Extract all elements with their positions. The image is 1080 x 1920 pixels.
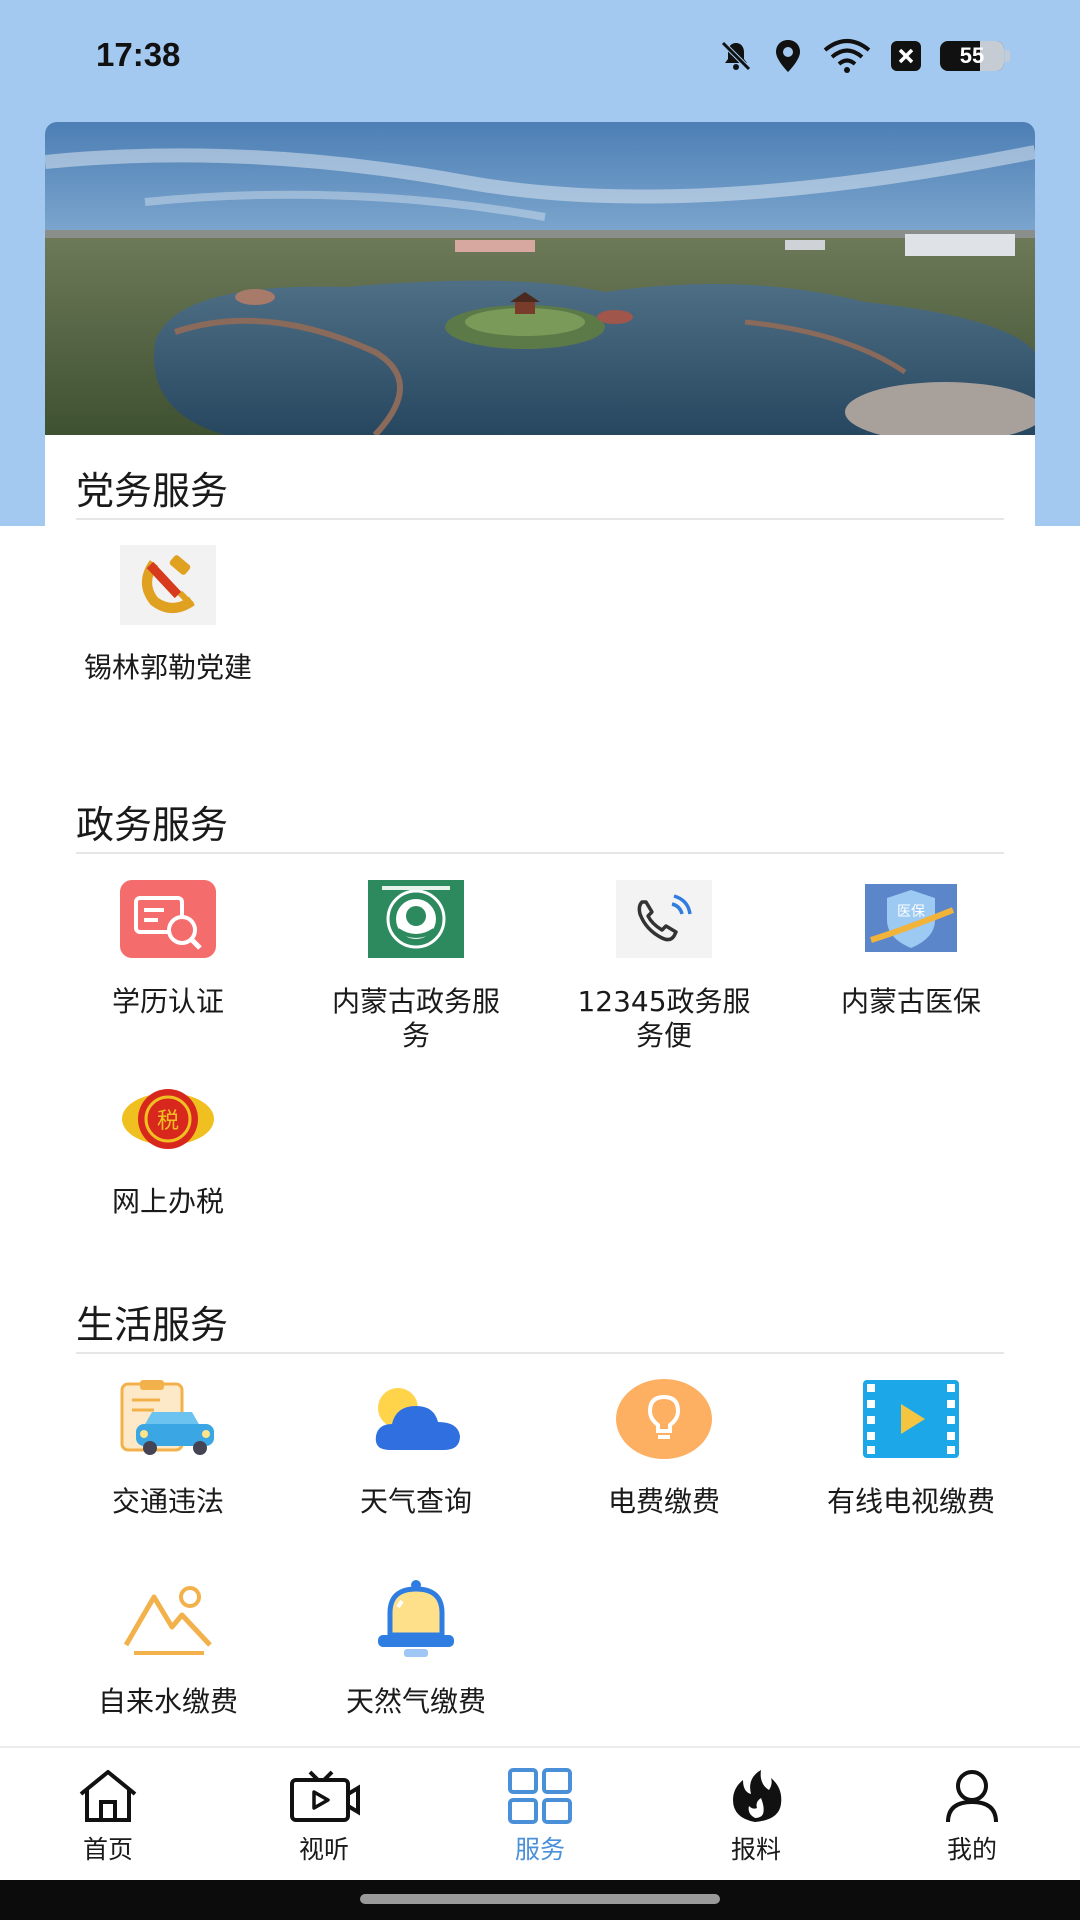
bottom-navigation: 首页 视听 服务 报料 我的 <box>0 1746 1080 1880</box>
car-ticket-icon <box>120 1380 214 1455</box>
bell-off-icon <box>721 41 751 71</box>
service-tile-gas[interactable]: 天然气缴费 <box>316 1579 516 1719</box>
status-icons: 55 <box>718 38 1010 74</box>
nav-label: 服务 <box>514 1835 565 1864</box>
svg-text:税: 税 <box>157 1109 179 1134</box>
party-emblem-icon <box>120 545 216 625</box>
service-label: 锡林郭勒党建 <box>83 651 252 684</box>
service-tile-online-tax[interactable]: 税 网上办税 <box>68 1079 268 1219</box>
section-divider <box>76 1352 1004 1354</box>
nav-label: 我的 <box>946 1835 997 1864</box>
service-tile-education-cert[interactable]: 学历认证 <box>68 879 268 1019</box>
nav-item-mine[interactable]: 我的 <box>864 1748 1080 1880</box>
service-tile-water[interactable]: 自来水缴费 <box>68 1579 268 1719</box>
nav-label: 首页 <box>82 1835 133 1864</box>
battery-icon: 55 <box>940 41 1010 71</box>
system-gesture-bar <box>0 1880 1080 1920</box>
location-icon <box>776 40 800 72</box>
service-tile-medical-insurance[interactable]: 医保 内蒙古医保 <box>811 879 1011 1019</box>
service-label: 交通违法 <box>111 1485 224 1518</box>
tax-emblem-icon: 税 <box>122 1089 214 1149</box>
service-label: 内蒙古政务服务 <box>331 985 500 1052</box>
service-tile-weather[interactable]: 天气查询 <box>316 1379 516 1519</box>
service-label: 内蒙古医保 <box>840 985 981 1018</box>
service-label: 天然气缴费 <box>345 1685 486 1718</box>
nav-item-video[interactable]: 视听 <box>216 1748 432 1880</box>
nav-label: 视听 <box>298 1835 349 1864</box>
tv-play-icon <box>290 1770 360 1822</box>
section-divider <box>76 518 1004 520</box>
section-divider <box>76 852 1004 854</box>
service-tile-traffic[interactable]: 交通违法 <box>68 1379 268 1519</box>
service-tile-12345[interactable]: 12345政务服务便 <box>564 879 764 1053</box>
grid-icon <box>508 1768 572 1824</box>
flame-icon <box>733 1770 782 1822</box>
service-label: 天气查询 <box>359 1485 472 1518</box>
x-box-icon <box>891 41 921 71</box>
gov-service-emblem-icon <box>368 880 464 958</box>
gas-bell-icon <box>378 1580 454 1657</box>
service-label: 电费缴费 <box>607 1485 720 1518</box>
nav-item-report[interactable]: 报料 <box>648 1748 864 1880</box>
lightbulb-icon <box>616 1379 712 1459</box>
service-label: 自来水缴费 <box>97 1685 238 1718</box>
service-label: 网上办税 <box>111 1185 224 1218</box>
service-label: 有线电视缴费 <box>826 1485 995 1518</box>
section-title-party: 党务服务 <box>76 469 229 513</box>
banner-image[interactable] <box>45 122 1035 435</box>
home-icon <box>79 1770 137 1822</box>
certificate-search-icon <box>120 880 216 958</box>
video-film-icon <box>863 1380 959 1458</box>
phone-call-icon <box>616 880 712 958</box>
service-tile-cable-tv[interactable]: 有线电视缴费 <box>811 1379 1011 1519</box>
service-tile-gov-service[interactable]: 内蒙古政务服务 <box>316 879 516 1053</box>
user-icon <box>946 1770 998 1823</box>
service-tile-electricity[interactable]: 电费缴费 <box>564 1379 764 1519</box>
medical-insurance-icon: 医保 <box>865 884 957 952</box>
status-time: 17:38 <box>96 36 181 73</box>
section-title-gov: 政务服务 <box>76 803 229 847</box>
service-label: 12345政务服务便 <box>577 985 751 1052</box>
service-tile-party-building[interactable]: 锡林郭勒党建 <box>68 545 268 685</box>
nav-item-home[interactable]: 首页 <box>0 1748 216 1880</box>
battery-level: 55 <box>959 43 985 68</box>
status-bar: 17:38 55 <box>0 0 1080 116</box>
wifi-icon <box>823 39 871 73</box>
gesture-handle[interactable] <box>360 1894 720 1904</box>
nav-item-services[interactable]: 服务 <box>432 1748 648 1880</box>
nav-label: 报料 <box>730 1835 781 1864</box>
mountain-water-icon <box>123 1586 212 1655</box>
section-title-life: 生活服务 <box>76 1303 229 1347</box>
svg-text:医保: 医保 <box>897 904 925 920</box>
weather-cloud-icon <box>375 1388 460 1450</box>
service-label: 学历认证 <box>111 985 224 1018</box>
